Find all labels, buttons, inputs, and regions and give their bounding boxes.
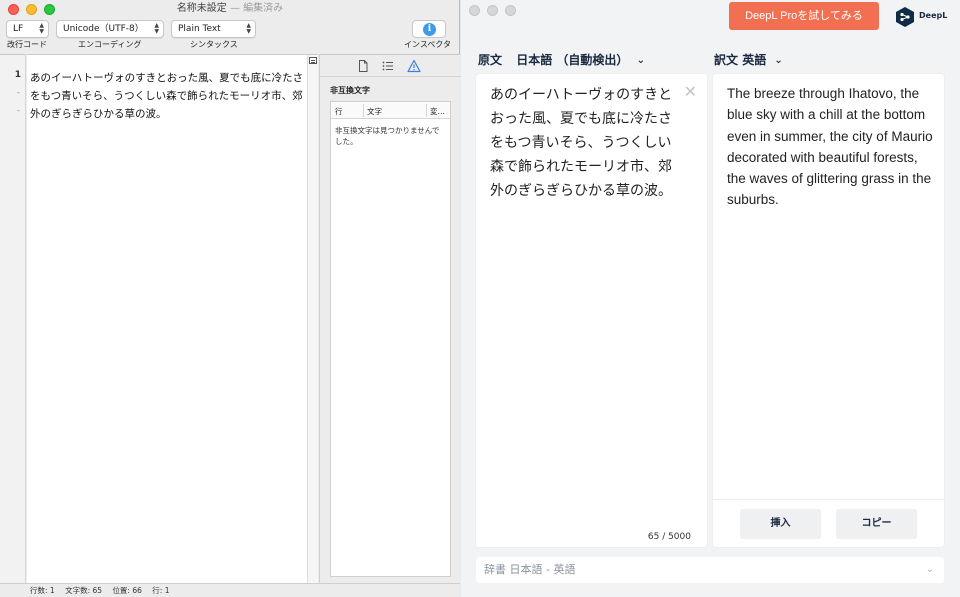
- source-language-selector[interactable]: 原文 日本語 （自動検出） ⌄: [478, 51, 645, 68]
- character-counter: 65 / 5000: [647, 532, 691, 542]
- wrap-marker: -: [16, 106, 20, 116]
- dictionary-label: 辞書 日本語 - 英語: [484, 563, 576, 576]
- copy-button[interactable]: コピー: [836, 509, 917, 539]
- inspector-panel: 非互換文字 行 文字 変… 非互換文字は見つかりませんでした。: [319, 54, 461, 583]
- syntax-popup[interactable]: Plain Text ▲ ▼: [171, 20, 256, 38]
- status-lines: 行数: 1: [30, 586, 55, 595]
- updown-chevron-icon: ▲ ▼: [39, 22, 44, 35]
- minimize-window-button[interactable]: [487, 5, 498, 16]
- line-ending-label: 改行コード: [7, 40, 47, 49]
- editor-text-area[interactable]: あのイーハトーヴォのすきとおった風、夏でも底に冷たさをもつ青いそら、うつくしい森…: [27, 54, 307, 583]
- empty-message: 非互換文字は見つかりませんでした。: [335, 126, 440, 146]
- line-number: 1: [14, 70, 21, 80]
- encoding-popup[interactable]: Unicode（UTF-8） ▲ ▼: [56, 20, 164, 38]
- inspector-tabs: [320, 55, 461, 77]
- line-ending-value: LF: [13, 24, 24, 34]
- source-label: 原文: [478, 53, 503, 67]
- chevron-down-icon: ⌄: [636, 55, 645, 66]
- line-ending-popup[interactable]: LF ▲ ▼: [6, 20, 49, 38]
- document-status: — 編集済み: [230, 3, 284, 14]
- close-window-button[interactable]: [469, 5, 480, 16]
- syntax-value: Plain Text: [178, 24, 221, 34]
- outline-list-icon[interactable]: [381, 59, 395, 73]
- line-number-gutter: 1 - -: [0, 54, 26, 583]
- target-language: 英語: [742, 53, 767, 67]
- document-title: 名称未設定: [176, 3, 227, 14]
- source-language: 日本語 （自動検出）: [516, 53, 629, 67]
- info-icon: i: [423, 23, 436, 36]
- warning-icon[interactable]: [407, 59, 421, 73]
- syntax-label: シンタックス: [190, 40, 238, 49]
- insert-button[interactable]: 挿入: [740, 509, 821, 539]
- editor-window: 名称未設定 — 編集済み LF ▲ ▼ Unicode（UTF-8） ▲ ▼ Pla…: [0, 0, 461, 597]
- try-deepl-pro-button[interactable]: DeepL Proを試してみる: [729, 2, 879, 30]
- source-text-input[interactable]: あのイーハトーヴォのすきとおった風、夏でも底に冷たさをもつ青いそら、うつくしい森…: [490, 83, 680, 203]
- translation-panel: The breeze through Ihatovo, the blue sky…: [713, 74, 944, 547]
- editor-titlebar: 名称未設定 — 編集済み: [0, 0, 460, 18]
- column-header-char[interactable]: 文字: [367, 106, 382, 117]
- split-editor-icon[interactable]: [309, 57, 317, 64]
- column-header-convert[interactable]: 変…: [430, 106, 445, 117]
- status-chars: 文字数: 65: [65, 586, 103, 595]
- window-controls: [8, 4, 55, 15]
- updown-chevron-icon: ▲ ▼: [246, 22, 251, 35]
- translation-actions: 挿入 コピー: [713, 499, 944, 547]
- deepl-logo-text: DeepL: [919, 11, 948, 20]
- inspector-button[interactable]: i: [412, 20, 446, 38]
- updown-chevron-icon: ▲ ▼: [154, 22, 159, 35]
- incompatible-chars-title: 非互換文字: [330, 86, 370, 95]
- table-header: 行 文字 変…: [331, 102, 450, 119]
- close-icon[interactable]: ✕: [684, 84, 697, 100]
- chevron-down-icon: ⌄: [925, 564, 934, 575]
- status-line: 行: 1: [152, 586, 170, 595]
- chevron-down-icon: ⌄: [774, 55, 783, 66]
- deepl-logo-icon: [896, 7, 914, 27]
- window-controls: [469, 5, 516, 16]
- inspector-label: インスペクタ: [404, 40, 451, 49]
- status-position: 位置: 66: [112, 586, 142, 595]
- column-header-line[interactable]: 行: [335, 106, 343, 117]
- encoding-label: エンコーディング: [78, 40, 142, 49]
- wrap-marker: -: [16, 88, 20, 98]
- zoom-window-button[interactable]: [505, 5, 516, 16]
- zoom-window-button[interactable]: [44, 4, 55, 15]
- source-text-panel: あのイーハトーヴォのすきとおった風、夏でも底に冷たさをもつ青いそら、うつくしい森…: [476, 74, 707, 547]
- encoding-value: Unicode（UTF-8）: [63, 24, 144, 34]
- vertical-scrollbar[interactable]: [307, 54, 318, 583]
- column-divider: [363, 104, 364, 117]
- target-language-selector[interactable]: 訳文 英語 ⌄: [714, 51, 783, 68]
- target-label: 訳文: [714, 53, 739, 67]
- translation-output[interactable]: The breeze through Ihatovo, the blue sky…: [727, 83, 937, 211]
- column-divider: [426, 104, 427, 117]
- minimize-window-button[interactable]: [26, 4, 37, 15]
- status-bar: 行数: 1 文字数: 65 位置: 66 行: 1: [0, 583, 460, 597]
- document-icon[interactable]: [356, 59, 370, 73]
- dictionary-bar[interactable]: 辞書 日本語 - 英語 ⌄: [476, 557, 944, 583]
- close-window-button[interactable]: [8, 4, 19, 15]
- deepl-window: DeepL Proを試してみる DeepL 原文 日本語 （自動検出） ⌄ 訳文…: [461, 0, 960, 597]
- incompatible-chars-table: 行 文字 変… 非互換文字は見つかりませんでした。: [330, 101, 451, 577]
- editor-toolbar: LF ▲ ▼ Unicode（UTF-8） ▲ ▼ Plain Text ▲ ▼ i …: [0, 18, 460, 52]
